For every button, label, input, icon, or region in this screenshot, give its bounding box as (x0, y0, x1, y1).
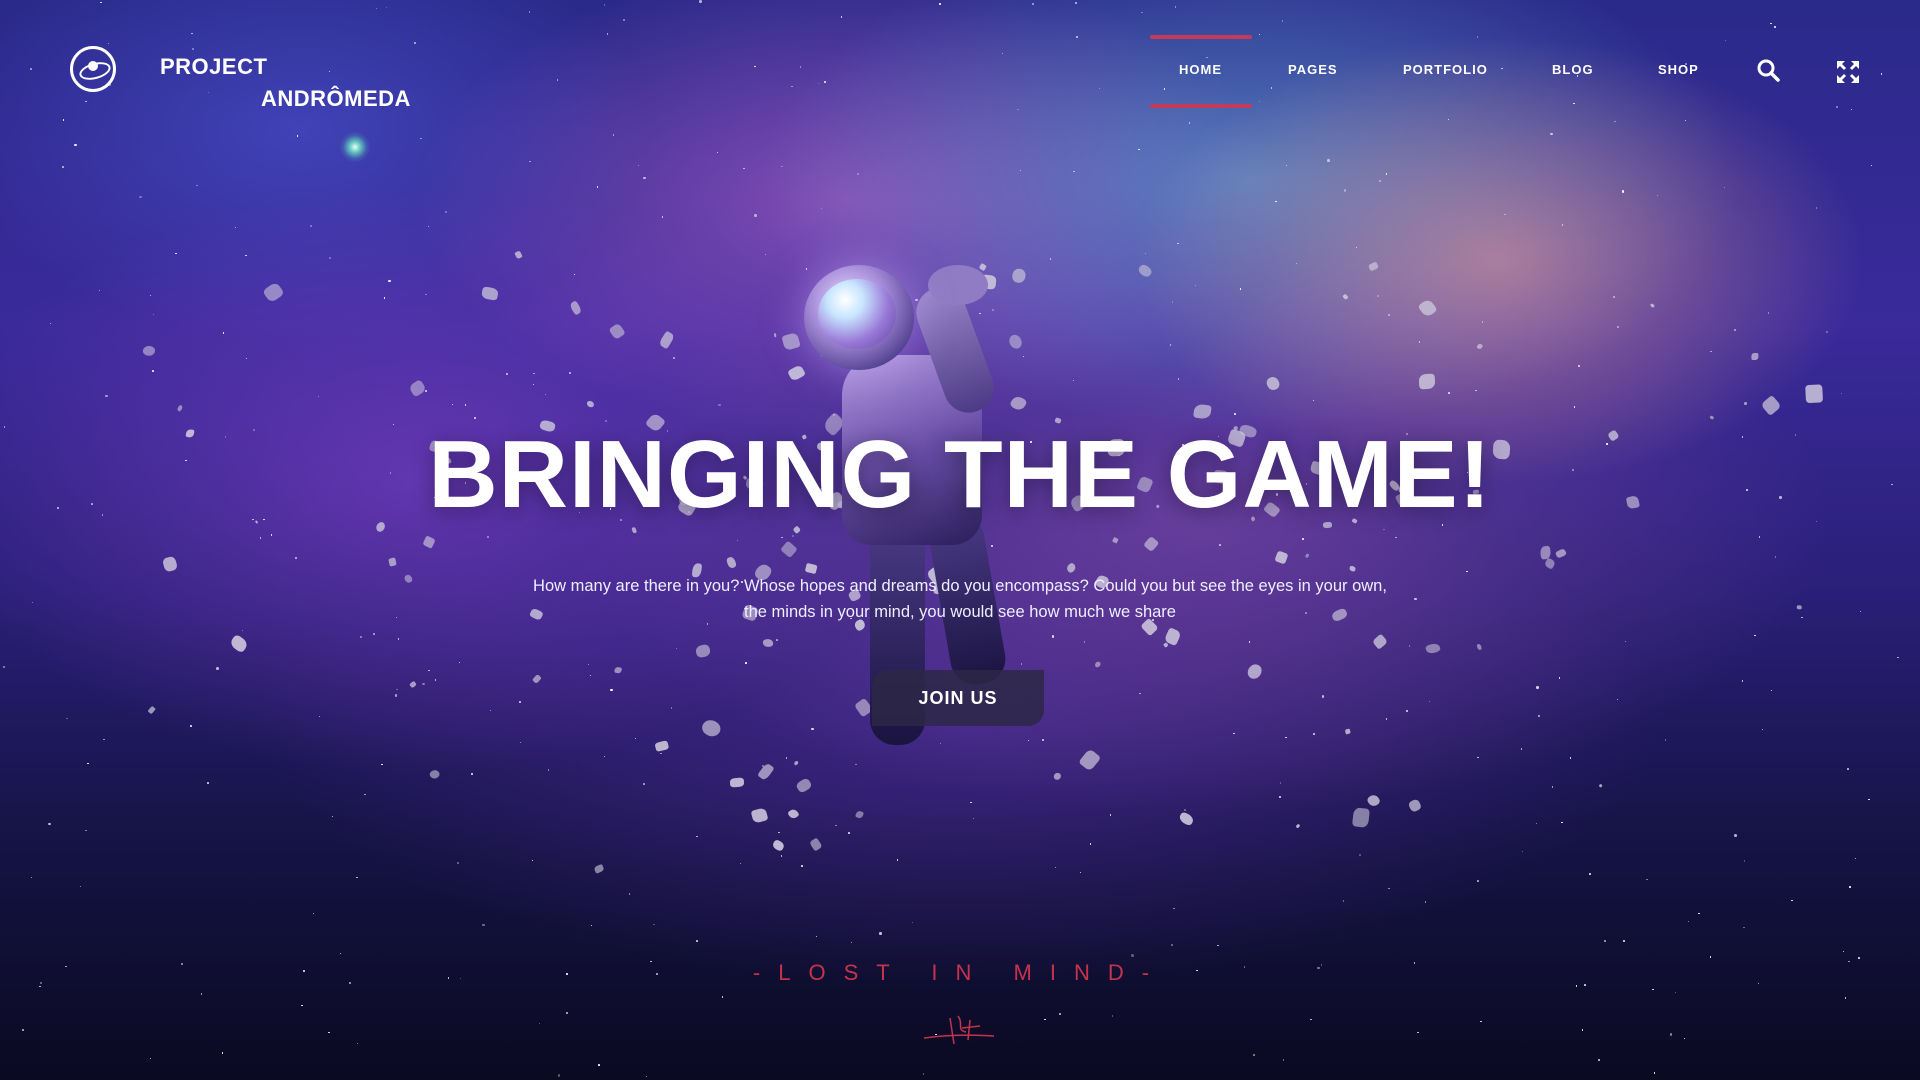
nav-item-pages[interactable]: PAGES (1288, 62, 1338, 77)
nav-item-portfolio[interactable]: PORTFOLIO (1403, 62, 1488, 77)
fullscreen-icon[interactable] (1836, 60, 1860, 84)
search-icon[interactable] (1756, 58, 1780, 82)
nav-item-shop[interactable]: SHOP (1658, 62, 1699, 77)
hero-background (0, 0, 1920, 1080)
brand-line-2[interactable]: ANDRÔMEDA (261, 86, 411, 112)
hero-title: BRINGING THE GAME! (428, 421, 1492, 528)
hero-description-line-1: How many are there in you? Whose hopes a… (533, 577, 1387, 595)
planet-logo-icon[interactable] (70, 46, 116, 92)
nav-item-blog[interactable]: BLOG (1552, 62, 1594, 77)
glowing-star (340, 132, 370, 162)
hero-description: How many are there in you? Whose hopes a… (500, 573, 1420, 625)
hero-description-line-2: the minds in your mind, you would see ho… (744, 603, 1176, 621)
brand-line-1[interactable]: PROJECT (160, 54, 267, 80)
nav-item-home[interactable]: HOME (1179, 62, 1222, 77)
nav-active-indicator-top (1150, 35, 1252, 39)
join-us-button[interactable]: JOIN US (872, 670, 1044, 726)
tagline: -LOST IN MIND- (752, 960, 1168, 985)
nav-active-indicator-bottom (1150, 104, 1252, 108)
signature-icon (923, 1015, 995, 1045)
